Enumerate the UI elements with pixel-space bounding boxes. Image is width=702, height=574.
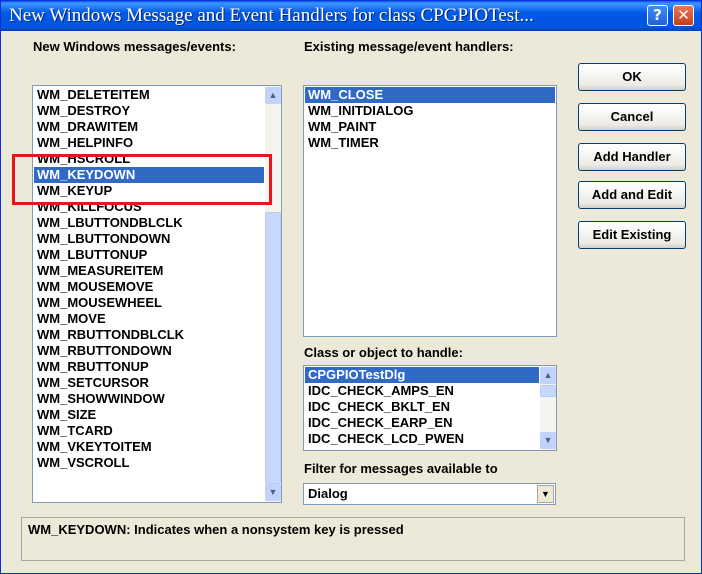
messages-scrollbar[interactable]: ▲ ▼ xyxy=(265,86,281,502)
filter-combo-value: Dialog xyxy=(308,486,348,501)
dialog-window: New Windows Message and Event Handlers f… xyxy=(0,0,702,574)
messages-listbox[interactable]: WM_DELETEITEM WM_DESTROY WM_DRAWITEM WM_HEL… xyxy=(32,85,282,503)
scroll-up-button[interactable]: ▲ xyxy=(265,87,281,104)
list-item[interactable]: WM_MOVE xyxy=(34,311,264,327)
scroll-up-button[interactable]: ▲ xyxy=(540,367,556,384)
scroll-down-button[interactable]: ▼ xyxy=(265,484,281,501)
edit-existing-button[interactable]: Edit Existing xyxy=(578,221,686,249)
list-item[interactable]: WM_KEYUP xyxy=(34,183,264,199)
filter-combo[interactable]: Dialog ▼ xyxy=(303,483,556,505)
list-item[interactable]: WM_LBUTTONUP xyxy=(34,247,264,263)
list-item[interactable]: IDC_CHECK_EARP_EN xyxy=(305,415,539,431)
existing-handlers-label: Existing message/event handlers: xyxy=(304,39,514,54)
chevron-up-icon: ▲ xyxy=(268,90,278,100)
list-item[interactable]: WM_SHOWWINDOW xyxy=(34,391,264,407)
list-item[interactable]: IDC_CHECK_LCD_PWEN xyxy=(305,431,539,447)
list-item[interactable]: WM_TIMER xyxy=(305,135,555,151)
description-box: WM_KEYDOWN: Indicates when a nonsystem k… xyxy=(21,517,685,561)
list-item[interactable]: WM_INITDIALOG xyxy=(305,103,555,119)
class-object-listbox[interactable]: CPGPIOTestDlg IDC_CHECK_AMPS_EN IDC_CHECK_… xyxy=(303,365,557,451)
list-item[interactable]: WM_PAINT xyxy=(305,119,555,135)
scroll-thumb[interactable] xyxy=(540,385,556,397)
scroll-thumb[interactable] xyxy=(265,212,281,484)
list-item[interactable]: WM_KILLFOCUS xyxy=(34,199,264,215)
list-item[interactable]: WM_HELPINFO xyxy=(34,135,264,151)
title-bar[interactable]: New Windows Message and Event Handlers f… xyxy=(1,1,701,31)
window-title: New Windows Message and Event Handlers f… xyxy=(9,5,534,26)
list-item[interactable]: WM_RBUTTONUP xyxy=(34,359,264,375)
list-item[interactable]: WM_RBUTTONDOWN xyxy=(34,343,264,359)
list-item[interactable]: WM_MOUSEWHEEL xyxy=(34,295,264,311)
list-item[interactable]: WM_DESTROY xyxy=(34,103,264,119)
scroll-down-button[interactable]: ▼ xyxy=(540,432,556,449)
list-item[interactable]: WM_DELETEITEM xyxy=(34,87,264,103)
chevron-down-icon: ▼ xyxy=(543,435,553,445)
list-item[interactable]: WM_VSCROLL xyxy=(34,455,264,471)
list-item[interactable]: WM_HSCROLL xyxy=(34,151,264,167)
list-item[interactable]: WM_RBUTTONDBLCLK xyxy=(34,327,264,343)
close-icon: ✕ xyxy=(677,6,690,24)
combo-dropdown-button[interactable]: ▼ xyxy=(537,485,554,503)
list-item[interactable]: IDC_CHECK_AMPS_EN xyxy=(305,383,539,399)
list-item[interactable]: CPGPIOTestDlg xyxy=(305,367,539,383)
list-item[interactable]: WM_SETCURSOR xyxy=(34,375,264,391)
list-item[interactable]: IDC_CHECK_BKLT_EN xyxy=(305,399,539,415)
class-object-label: Class or object to handle: xyxy=(304,345,463,360)
list-item[interactable]: WM_SIZE xyxy=(34,407,264,423)
list-item[interactable]: WM_CLOSE xyxy=(305,87,555,103)
add-handler-button[interactable]: Add Handler xyxy=(578,143,686,171)
existing-handlers-listbox[interactable]: WM_CLOSE WM_INITDIALOG WM_PAINT WM_TIMER xyxy=(303,85,557,337)
messages-label: New Windows messages/events: xyxy=(33,39,236,54)
cancel-button[interactable]: Cancel xyxy=(578,103,686,131)
close-button[interactable]: ✕ xyxy=(673,5,694,26)
chevron-down-icon: ▼ xyxy=(268,487,278,497)
list-item[interactable]: WM_LBUTTONDOWN xyxy=(34,231,264,247)
help-button[interactable]: ? xyxy=(647,5,668,26)
ok-button[interactable]: OK xyxy=(578,63,686,91)
chevron-down-icon: ▼ xyxy=(541,489,550,499)
class-scrollbar[interactable]: ▲ ▼ xyxy=(540,366,556,450)
list-item[interactable]: WM_LBUTTONDBLCLK xyxy=(34,215,264,231)
add-and-edit-button[interactable]: Add and Edit xyxy=(578,181,686,209)
filter-label: Filter for messages available to xyxy=(304,461,498,476)
list-item[interactable]: WM_VKEYTOITEM xyxy=(34,439,264,455)
description-text: WM_KEYDOWN: Indicates when a nonsystem k… xyxy=(28,522,404,537)
chevron-up-icon: ▲ xyxy=(543,370,553,380)
question-icon: ? xyxy=(653,6,662,24)
list-item[interactable]: WM_TCARD xyxy=(34,423,264,439)
list-item[interactable]: WM_DRAWITEM xyxy=(34,119,264,135)
list-item[interactable]: WM_KEYDOWN xyxy=(34,167,264,183)
list-item[interactable]: WM_MEASUREITEM xyxy=(34,263,264,279)
list-item[interactable]: WM_MOUSEMOVE xyxy=(34,279,264,295)
